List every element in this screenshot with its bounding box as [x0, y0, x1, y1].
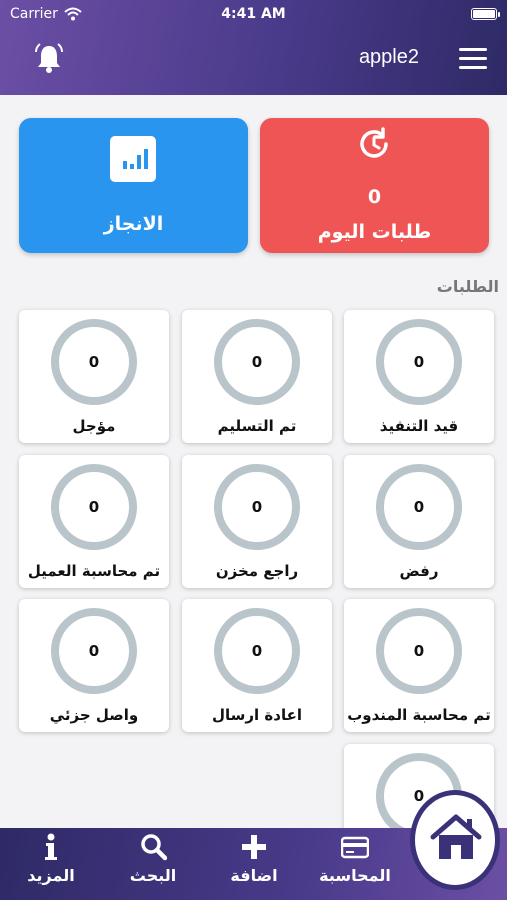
username: apple2	[358, 46, 419, 68]
battery-icon	[471, 8, 500, 20]
order-status-cell[interactable]: 0 راجع مخزن	[182, 455, 332, 588]
status-label: رفض	[399, 562, 439, 580]
clock: 4:41 AM	[221, 6, 286, 22]
status-ring: 0	[376, 608, 462, 694]
order-status-cell[interactable]: 0 تم محاسبة العميل	[19, 455, 169, 588]
status-ring: 0	[51, 319, 137, 405]
status-label: تم محاسبة المندوب	[347, 706, 491, 724]
nav-add[interactable]: اضافة	[209, 828, 299, 900]
order-status-cell[interactable]: 0 واصل جزئي	[19, 599, 169, 732]
status-ring: 0	[51, 608, 137, 694]
status-label: واصل جزئي	[49, 706, 139, 724]
status-ring: 0	[214, 464, 300, 550]
hamburger-menu-icon[interactable]	[459, 48, 487, 70]
order-status-cell[interactable]: 0 قيد التنفيذ	[344, 310, 494, 443]
order-status-cell[interactable]: 0 مؤجل	[19, 310, 169, 443]
search-icon	[141, 834, 167, 861]
status-label: تم محاسبة العميل	[27, 562, 161, 580]
info-icon	[45, 833, 57, 860]
nav-label: اضافة	[230, 866, 278, 885]
nav-label: المحاسبة	[319, 866, 391, 885]
status-label: مؤجل	[72, 417, 116, 435]
home-icon	[430, 814, 482, 859]
nav-accounting[interactable]: المحاسبة	[310, 828, 400, 900]
status-ring: 0	[214, 319, 300, 405]
order-status-cell[interactable]: 0 تم التسليم	[182, 310, 332, 443]
app-header: Carrier 4:41 AM apple2	[0, 0, 507, 95]
plus-icon	[242, 835, 266, 859]
achievement-label: الانجاز	[103, 213, 164, 235]
bar-chart-icon	[110, 136, 156, 182]
home-button[interactable]	[410, 790, 500, 890]
bell-icon[interactable]	[32, 42, 66, 76]
status-ring: 0	[376, 464, 462, 550]
today-orders-label: طلبات اليوم	[317, 221, 432, 243]
nav-label: المزيد	[27, 866, 75, 885]
status-bar: Carrier 4:41 AM	[0, 6, 507, 24]
status-label: تم التسليم	[217, 417, 297, 435]
status-ring: 0	[214, 608, 300, 694]
achievement-card[interactable]: الانجاز	[19, 118, 248, 253]
status-ring: 0	[376, 319, 462, 405]
credit-card-icon	[341, 836, 369, 859]
status-ring: 0	[51, 464, 137, 550]
order-status-cell[interactable]: 0 اعادة ارسال	[182, 599, 332, 732]
nav-more[interactable]: المزيد	[6, 828, 96, 900]
today-orders-card[interactable]: 0 طلبات اليوم	[260, 118, 489, 253]
nav-search[interactable]: البحث	[108, 828, 198, 900]
nav-label: البحث	[129, 866, 177, 885]
status-label: اعادة ارسال	[212, 706, 302, 724]
status-label: راجع مخزن	[215, 562, 299, 580]
today-orders-count: 0	[367, 186, 382, 208]
orders-section-title: الطلبات	[436, 277, 499, 296]
order-status-cell[interactable]: 0 رفض	[344, 455, 494, 588]
order-status-cell[interactable]: 0 تم محاسبة المندوب	[344, 599, 494, 732]
status-label: قيد التنفيذ	[379, 417, 459, 435]
clock-refresh-icon	[360, 127, 388, 158]
